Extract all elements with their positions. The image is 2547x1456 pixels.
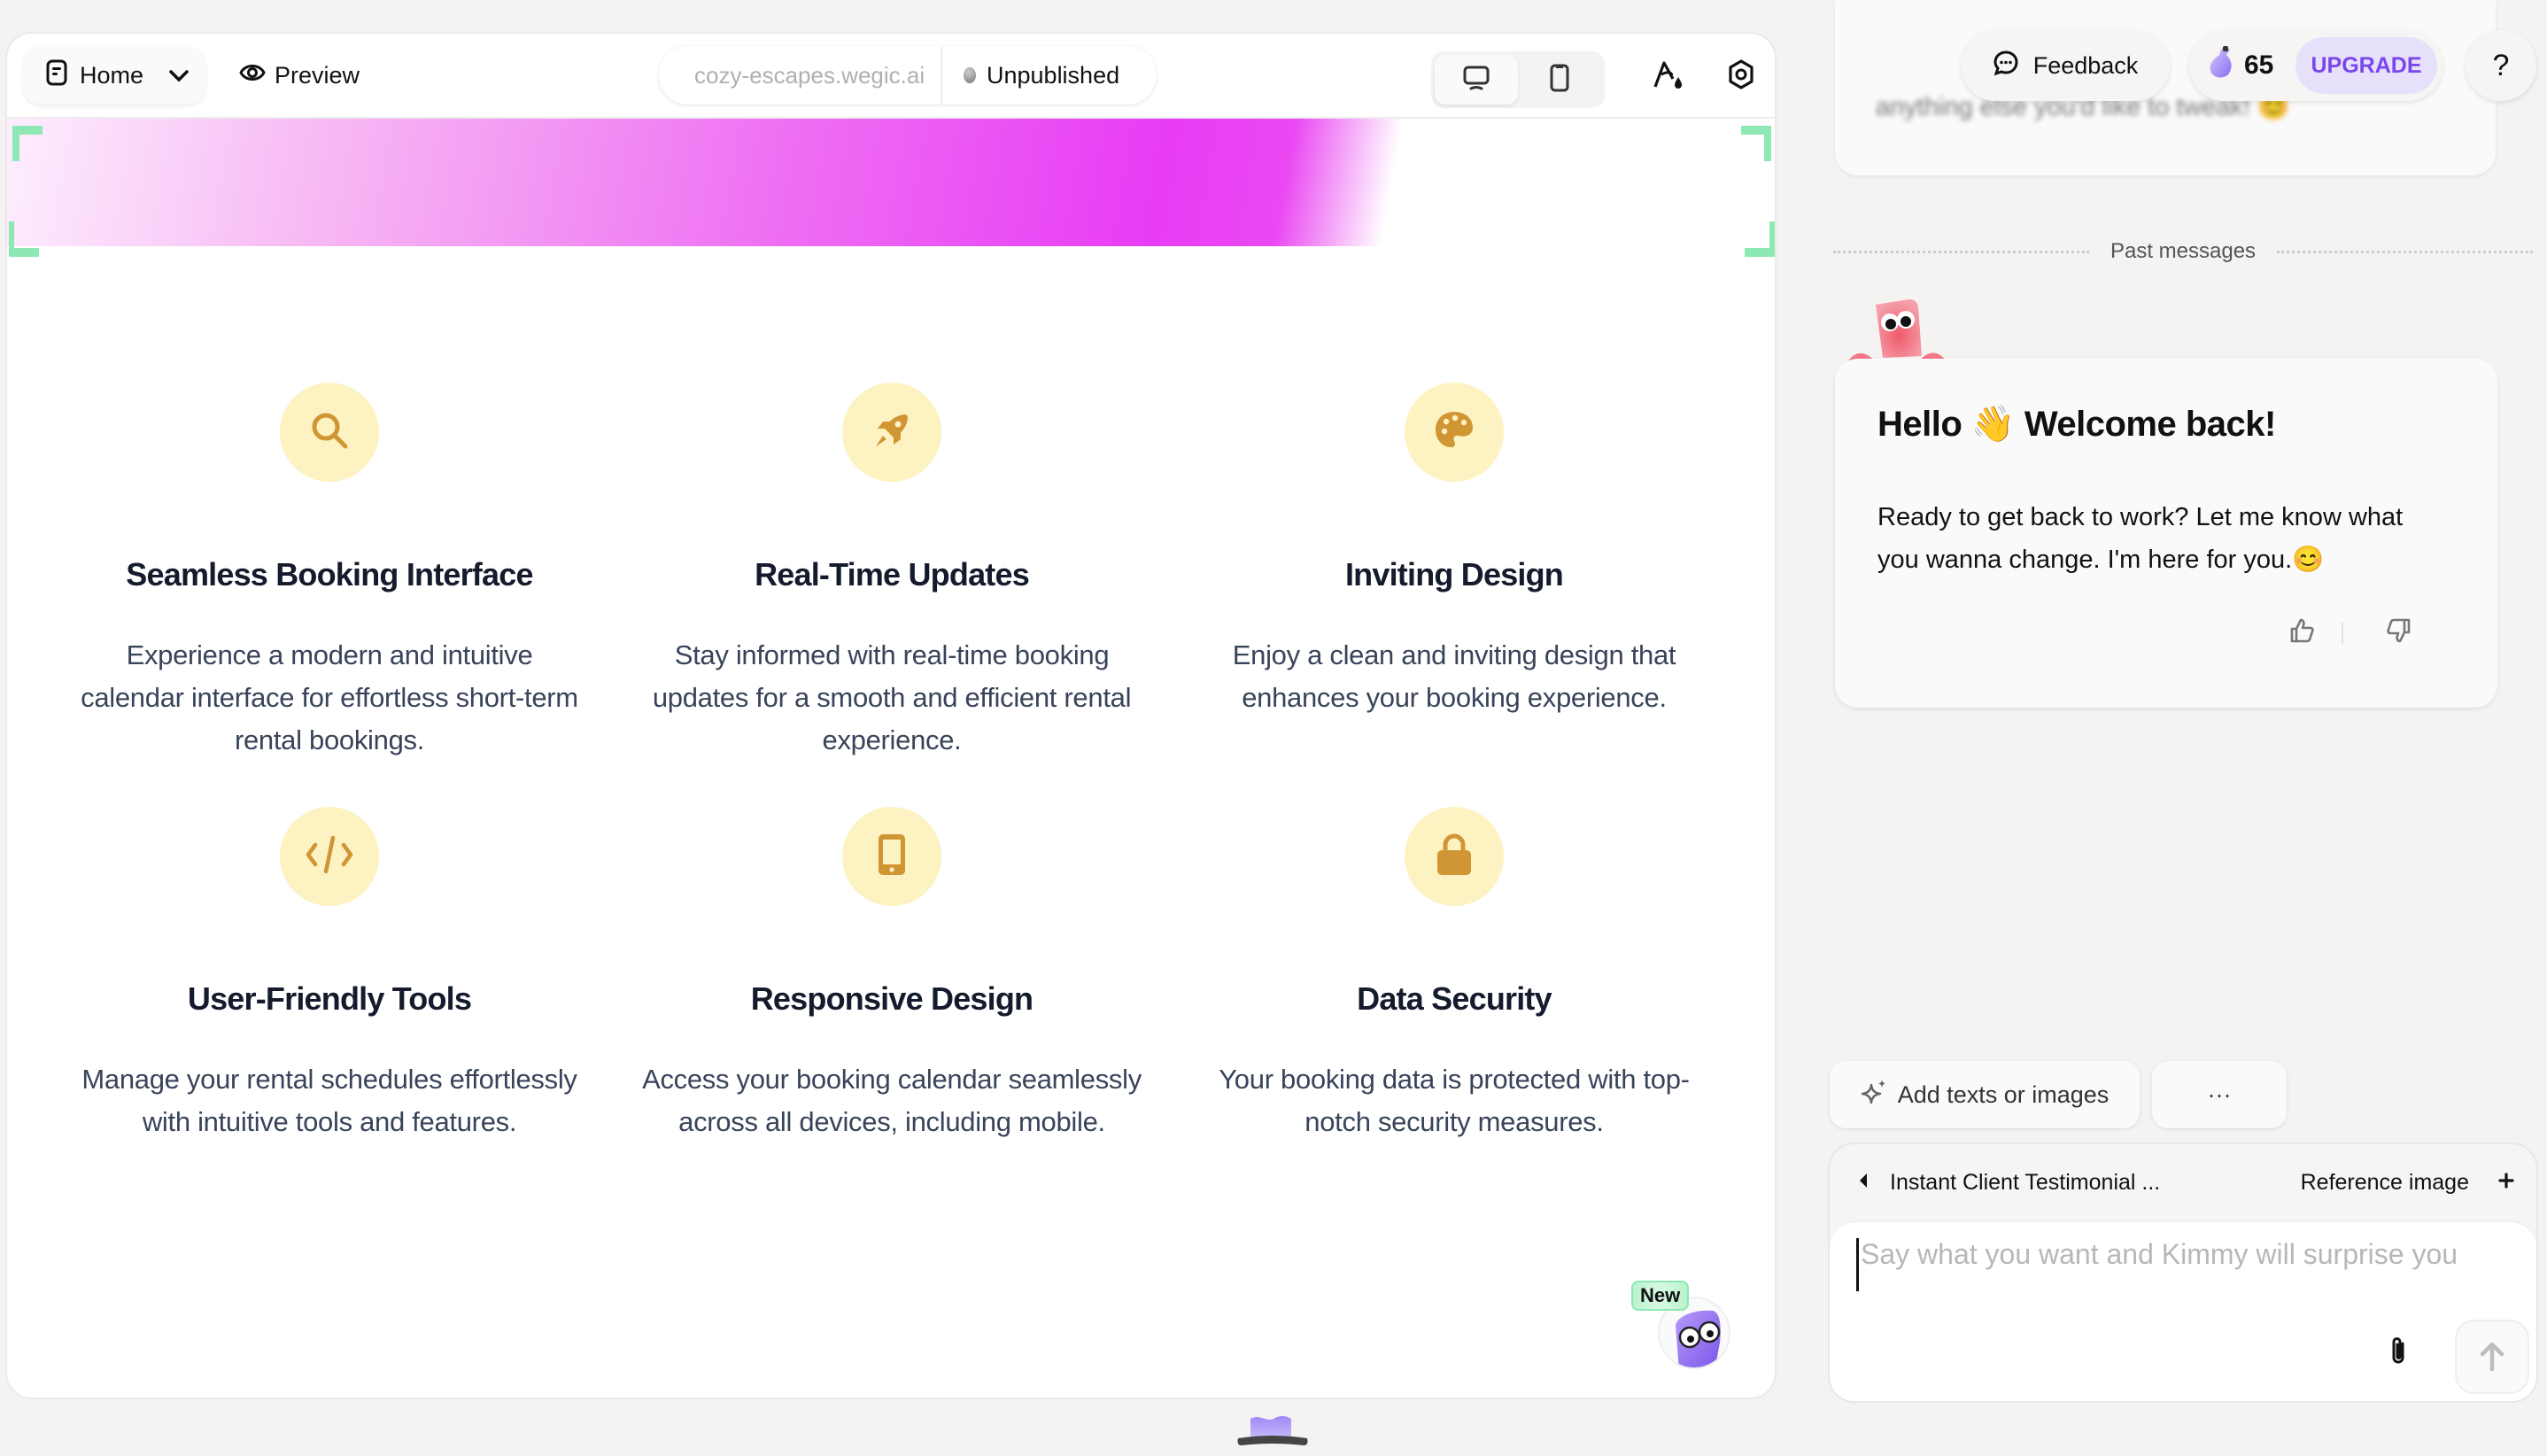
feature-description: Stay informed with real-time booking upd… bbox=[652, 639, 1132, 755]
caret-left-icon[interactable] bbox=[1858, 1170, 1869, 1196]
page-icon bbox=[46, 59, 67, 92]
sparkle-icon bbox=[1861, 1078, 1889, 1112]
credits-pill: 65 UPGRADE bbox=[2189, 30, 2442, 101]
chat-bubble-icon bbox=[1993, 50, 2019, 82]
feature-description: Your booking data is protected with top-… bbox=[1219, 1064, 1690, 1137]
reference-row: Instant Client Testimonial ... Reference… bbox=[1830, 1144, 2536, 1220]
device-toggle bbox=[1431, 51, 1605, 108]
lock-icon bbox=[1435, 833, 1474, 881]
selection-handle-bottom-left[interactable] bbox=[9, 221, 39, 257]
palette-icon bbox=[1432, 408, 1476, 457]
site-canvas: Home Preview cozy-escapes.wegic.ai Unpub… bbox=[5, 32, 1777, 1399]
page-selector-label: Home bbox=[80, 61, 144, 89]
feature-description: Access your booking calendar seamlessly … bbox=[642, 1064, 1142, 1137]
feature-title: User-Friendly Tools bbox=[187, 980, 472, 1017]
gradient-banner bbox=[7, 119, 1775, 246]
reference-title[interactable]: Instant Client Testimonial ... bbox=[1890, 1170, 2160, 1196]
kimmy-hat-icon bbox=[1237, 1415, 1308, 1445]
help-icon: ? bbox=[2492, 48, 2510, 82]
feature-icon-badge bbox=[1405, 383, 1504, 482]
feature-card: User-Friendly Tools Manage your rental s… bbox=[73, 807, 586, 1143]
send-button[interactable] bbox=[2455, 1320, 2529, 1394]
help-button[interactable]: ? bbox=[2466, 30, 2536, 101]
rating-divider bbox=[2342, 622, 2343, 644]
settings-button[interactable] bbox=[1723, 58, 1759, 94]
preview-button[interactable]: Preview bbox=[239, 46, 360, 105]
attachment-button[interactable] bbox=[2388, 1336, 2411, 1372]
feature-description: Experience a modern and intuitive calend… bbox=[81, 639, 578, 755]
feature-title: Data Security bbox=[1357, 980, 1552, 1017]
desktop-view-button[interactable] bbox=[1435, 55, 1518, 105]
font-color-icon bbox=[1653, 59, 1684, 94]
welcome-message-card: Hello 👋 Welcome back! Ready to get back … bbox=[1835, 359, 2497, 708]
feature-card: Data Security Your booking data is prote… bbox=[1197, 807, 1711, 1143]
feature-title: Inviting Design bbox=[1344, 556, 1564, 592]
feature-title: Real-Time Updates bbox=[755, 556, 1030, 592]
feature-title: Seamless Booking Interface bbox=[126, 556, 533, 592]
collapse-panel-handle[interactable] bbox=[1236, 1412, 1309, 1449]
selection-handle-top-right[interactable] bbox=[1741, 126, 1771, 161]
theme-style-button[interactable] bbox=[1651, 58, 1686, 94]
search-icon bbox=[308, 409, 351, 456]
add-texts-images-button[interactable]: Add texts or images bbox=[1830, 1061, 2140, 1128]
more-options-button[interactable]: ··· bbox=[2152, 1061, 2287, 1128]
gear-icon bbox=[1727, 58, 1755, 94]
past-messages-divider: Past messages bbox=[1833, 239, 2534, 264]
message-rating bbox=[2288, 617, 2412, 648]
mobile-icon bbox=[877, 833, 907, 881]
new-badge: New bbox=[1631, 1281, 1690, 1311]
credits-count: 65 bbox=[2244, 50, 2274, 80]
welcome-body: Ready to get back to work? Let me know w… bbox=[1877, 503, 2404, 574]
feature-description: Enjoy a clean and inviting design that e… bbox=[1232, 639, 1676, 713]
thumbs-up-icon[interactable] bbox=[2288, 617, 2315, 648]
feature-icon-badge bbox=[280, 807, 379, 906]
feature-icon-badge bbox=[842, 383, 941, 482]
thumbs-down-icon[interactable] bbox=[2386, 617, 2412, 648]
more-icon: ··· bbox=[2207, 1080, 2232, 1108]
feature-description: Manage your rental schedules effortlessl… bbox=[81, 1064, 577, 1137]
welcome-title: Hello 👋 Welcome back! bbox=[1877, 405, 2276, 444]
feedback-label: Feedback bbox=[2032, 51, 2139, 79]
divider-line bbox=[2277, 250, 2534, 253]
divider-line bbox=[1833, 250, 2089, 253]
status-dot-icon bbox=[964, 67, 976, 83]
page-selector[interactable]: Home bbox=[23, 46, 205, 105]
preview-label: Preview bbox=[275, 61, 360, 89]
code-icon bbox=[303, 833, 356, 881]
potion-icon bbox=[2207, 44, 2235, 87]
hero-banner-selected[interactable] bbox=[7, 119, 1775, 257]
feature-title: Responsive Design bbox=[750, 980, 1034, 1017]
chat-input[interactable] bbox=[1856, 1238, 2512, 1291]
publish-status[interactable]: Unpublished bbox=[942, 62, 1119, 89]
selection-handle-top-left[interactable] bbox=[12, 126, 43, 161]
reference-image-label[interactable]: Reference image bbox=[2301, 1170, 2469, 1196]
chevron-down-icon bbox=[168, 62, 190, 89]
selection-handle-bottom-right[interactable] bbox=[1745, 221, 1775, 257]
site-url[interactable]: cozy-escapes.wegic.ai bbox=[659, 46, 942, 105]
arrow-up-icon bbox=[2480, 1342, 2504, 1372]
mobile-icon bbox=[1549, 64, 1570, 97]
mobile-view-button[interactable] bbox=[1518, 55, 1601, 105]
feature-icon-badge bbox=[1405, 807, 1504, 906]
paperclip-icon bbox=[2392, 1337, 2404, 1364]
editor-toolbar: Home Preview cozy-escapes.wegic.ai Unpub… bbox=[7, 34, 1775, 119]
publish-status-label: Unpublished bbox=[987, 61, 1120, 89]
feedback-button[interactable]: Feedback bbox=[1961, 30, 2170, 101]
rocket-icon bbox=[871, 409, 913, 456]
feature-icon-badge bbox=[280, 383, 379, 482]
chat-input-area bbox=[1830, 1220, 2536, 1401]
desktop-icon bbox=[1462, 65, 1490, 96]
feature-card: Responsive Design Access your booking ca… bbox=[635, 807, 1149, 1143]
upgrade-button[interactable]: UPGRADE bbox=[2295, 37, 2437, 94]
past-messages-label: Past messages bbox=[2110, 239, 2257, 263]
feature-icon-badge bbox=[842, 807, 941, 906]
site-url-pill[interactable]: cozy-escapes.wegic.ai Unpublished bbox=[659, 46, 1157, 105]
feature-card: Inviting Design Enjoy a clean and inviti… bbox=[1197, 383, 1711, 719]
chat-composer: Instant Client Testimonial ... Reference… bbox=[1828, 1142, 2538, 1403]
feature-card: Real-Time Updates Stay informed with rea… bbox=[635, 383, 1149, 762]
add-texts-images-label: Add texts or images bbox=[1897, 1080, 2110, 1108]
plus-icon[interactable] bbox=[2497, 1170, 2515, 1196]
feature-card: Seamless Booking Interface Experience a … bbox=[73, 383, 586, 762]
eye-icon bbox=[239, 62, 266, 89]
